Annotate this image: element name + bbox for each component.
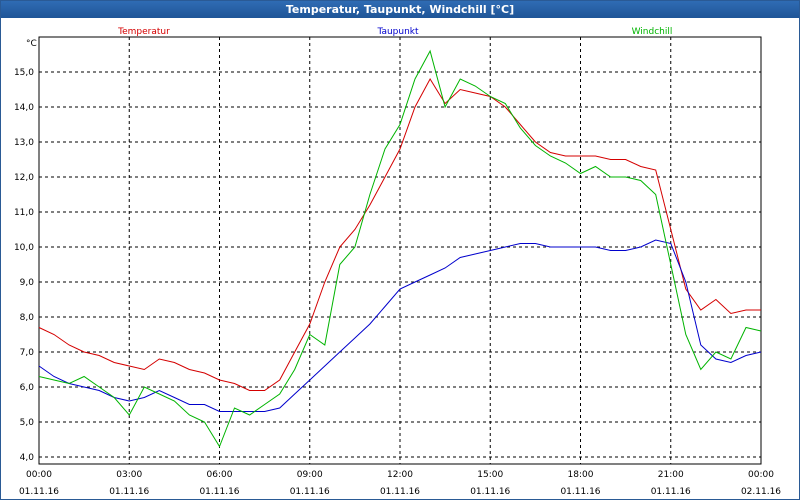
x-tick-time: 00:00 (748, 470, 774, 480)
x-tick-time: 06:00 (207, 470, 233, 480)
chart-window: Temperatur, Taupunkt, Windchill [°C] 4,0… (0, 0, 800, 500)
x-tick-time: 18:00 (568, 470, 594, 480)
x-tick-date: 02.11.16 (741, 487, 781, 497)
y-tick-label: 15,0 (14, 68, 34, 78)
y-tick-label: 6,0 (20, 383, 35, 393)
y-tick-label: 10,0 (14, 243, 34, 253)
legend-layer: Temperatur Taupunkt Windchill (117, 27, 672, 37)
y-tick-label: 5,0 (20, 418, 35, 428)
legend-windchill: Windchill (632, 27, 673, 37)
y-axis-unit: °C (26, 39, 37, 49)
y-tick-label: 4,0 (20, 453, 35, 463)
y-tick-label: 12,0 (14, 173, 34, 183)
y-tick-label: 13,0 (14, 138, 34, 148)
x-tick-date: 01.11.16 (199, 487, 239, 497)
y-tick-label: 11,0 (14, 208, 34, 218)
x-tick-time: 12:00 (387, 470, 413, 480)
x-tick-time: 00:00 (26, 470, 52, 480)
x-tick-date: 01.11.16 (290, 487, 330, 497)
x-tick-time: 03:00 (116, 470, 142, 480)
x-tick-date: 01.11.16 (651, 487, 691, 497)
y-tick-label: 7,0 (20, 348, 35, 358)
x-tick-date: 01.11.16 (109, 487, 149, 497)
y-tick-label: 8,0 (20, 313, 35, 323)
x-tick-date: 01.11.16 (19, 487, 59, 497)
x-tick-date: 01.11.16 (470, 487, 510, 497)
x-tick-time: 15:00 (477, 470, 503, 480)
y-tick-label: 14,0 (14, 103, 34, 113)
y-tick-label: 9,0 (20, 278, 35, 288)
legend-taupunkt: Taupunkt (376, 27, 419, 37)
x-tick-time: 21:00 (658, 470, 684, 480)
legend-temperatur: Temperatur (117, 27, 170, 37)
x-tick-time: 09:00 (297, 470, 323, 480)
line-chart: 4,0 5,0 6,0 7,0 8,0 9,0 10,0 11,0 12,0 13,0 14,0 15… (14, 27, 781, 497)
x-tick-date: 01.11.16 (380, 487, 420, 497)
grid-layer (39, 37, 761, 464)
x-tick-date: 01.11.16 (560, 487, 600, 497)
